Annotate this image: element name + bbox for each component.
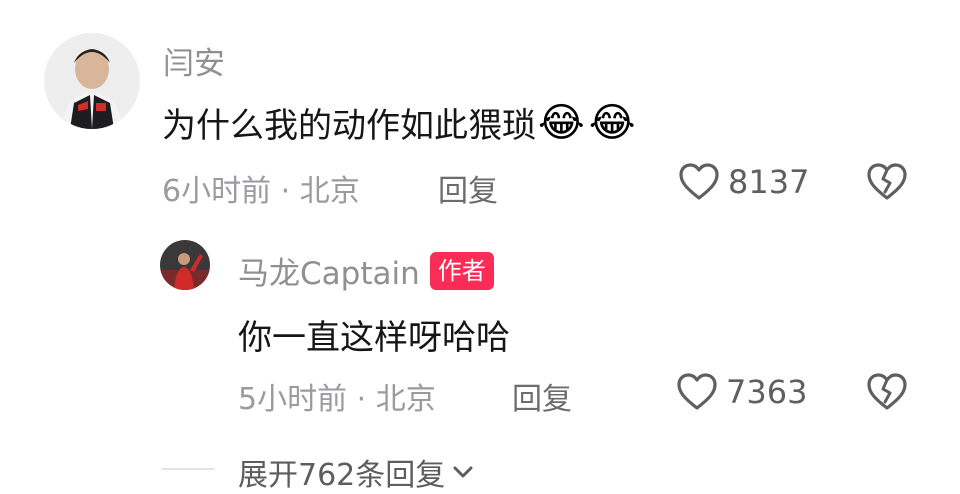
person-avatar-icon [160, 240, 210, 290]
comment-dislike-button[interactable] [866, 162, 908, 202]
commenter-avatar[interactable] [44, 33, 140, 129]
comment-text-body: 为什么我的动作如此猥琐 [162, 106, 536, 146]
commenter-name[interactable]: 闫安 [163, 38, 225, 83]
reply-like-count: 7363 [726, 373, 808, 411]
reply-dislike-button[interactable] [866, 372, 908, 412]
chevron-down-icon [453, 466, 473, 478]
expand-divider [162, 468, 214, 470]
reply-time-location: 5小时前 · 北京 [238, 382, 436, 417]
comment-reply-button[interactable]: 回复 [438, 166, 498, 210]
comment-text: 为什么我的动作如此猥琐 😂 😂 [162, 98, 636, 147]
author-badge: 作者 [429, 251, 494, 290]
comment-time-location: 6小时前 · 北京 [162, 174, 360, 209]
author-avatar[interactable] [160, 240, 210, 290]
expand-replies-label: 展开762条回复 [238, 458, 446, 493]
broken-heart-icon [867, 373, 907, 410]
expand-replies-button[interactable]: 展开762条回复 [238, 450, 477, 494]
comment-like-button[interactable]: 8137 [678, 162, 809, 202]
comment-like-count: 8137 [728, 163, 810, 201]
author-name-row: 马龙Captain 作者 [238, 248, 494, 293]
laughing-emoji-icon: 😂 [588, 99, 636, 146]
reply-like-button[interactable]: 7363 [676, 372, 807, 412]
broken-heart-icon [867, 163, 907, 200]
heart-outline-icon [679, 163, 719, 200]
reply-text: 你一直这样呀哈哈 [238, 318, 510, 358]
laughing-emoji-icon: 😂 [538, 99, 585, 146]
heart-outline-icon [677, 373, 717, 410]
person-avatar-icon [44, 33, 140, 129]
reply-reply-button[interactable]: 回复 [512, 374, 572, 418]
author-name[interactable]: 马龙Captain [238, 248, 420, 293]
